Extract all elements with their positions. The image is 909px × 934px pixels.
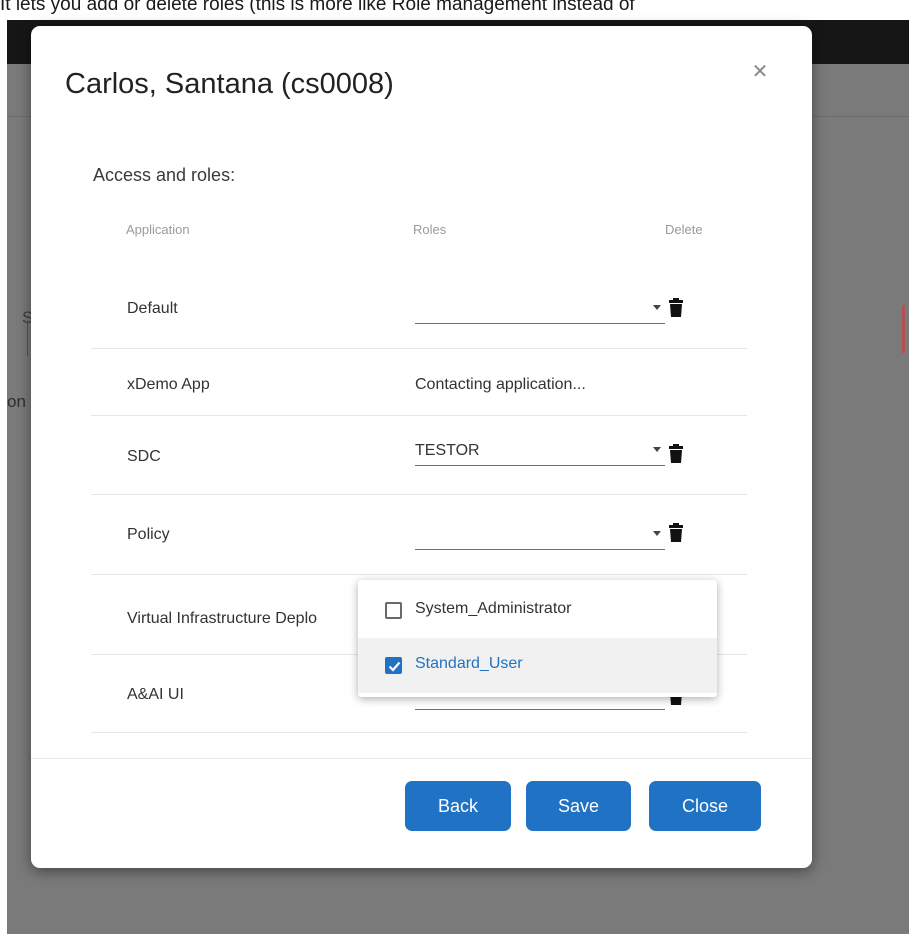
chevron-down-icon (653, 305, 661, 310)
close-button[interactable]: Close (649, 781, 761, 831)
dropdown-option-standard-user[interactable]: Standard_User (358, 638, 717, 693)
close-icon[interactable]: ✕ (747, 59, 773, 85)
role-select-sdc[interactable]: TESTOR (415, 438, 665, 466)
role-select-value: TESTOR (415, 442, 480, 459)
background-field-edge (27, 320, 28, 356)
trash-icon[interactable] (669, 523, 683, 542)
roles-dropdown-menu: System_Administrator Standard_User (358, 580, 717, 697)
document-caption: It lets you add or delete roles (this is… (0, 0, 635, 15)
row-divider (91, 732, 747, 733)
chevron-down-icon (653, 447, 661, 452)
row-application-policy: Policy (127, 526, 170, 543)
checkmark-icon (388, 661, 401, 672)
checkbox-checked[interactable] (385, 657, 402, 674)
row-application-xdemo: xDemo App (127, 376, 210, 393)
dropdown-option-label: Standard_User (415, 655, 523, 672)
trash-icon[interactable] (669, 444, 683, 463)
chevron-down-icon (653, 531, 661, 536)
background-partial-text: on (7, 392, 26, 411)
save-button[interactable]: Save (526, 781, 631, 831)
role-select-policy[interactable] (415, 522, 665, 550)
back-button[interactable]: Back (405, 781, 511, 831)
row-divider (91, 574, 747, 575)
row-application-sdc: SDC (127, 448, 161, 465)
modal-title: Carlos, Santana (cs0008) (65, 68, 394, 100)
column-header-roles: Roles (413, 222, 447, 237)
column-header-delete: Delete (665, 222, 703, 237)
row-application-aai-ui: A&AI UI (127, 686, 184, 703)
dropdown-option-system-administrator[interactable]: System_Administrator (358, 583, 717, 638)
row-application-default: Default (127, 300, 178, 317)
footer-divider (31, 758, 812, 759)
user-roles-modal: Carlos, Santana (cs0008) ✕ Access and ro… (31, 26, 812, 868)
trash-icon[interactable] (669, 298, 683, 317)
checkbox-unchecked[interactable] (385, 602, 402, 619)
role-select-default[interactable] (415, 296, 665, 324)
row-application-virtual-infrastructure: Virtual Infrastructure Deplo (127, 610, 318, 627)
background-accent-edge (902, 305, 905, 353)
dropdown-option-label: System_Administrator (415, 600, 572, 617)
access-roles-heading: Access and roles: (93, 165, 236, 185)
contacting-status-text: Contacting application... (415, 376, 586, 393)
column-header-application: Application (126, 222, 190, 237)
row-divider (91, 348, 747, 349)
row-divider (91, 415, 747, 416)
row-divider (91, 494, 747, 495)
